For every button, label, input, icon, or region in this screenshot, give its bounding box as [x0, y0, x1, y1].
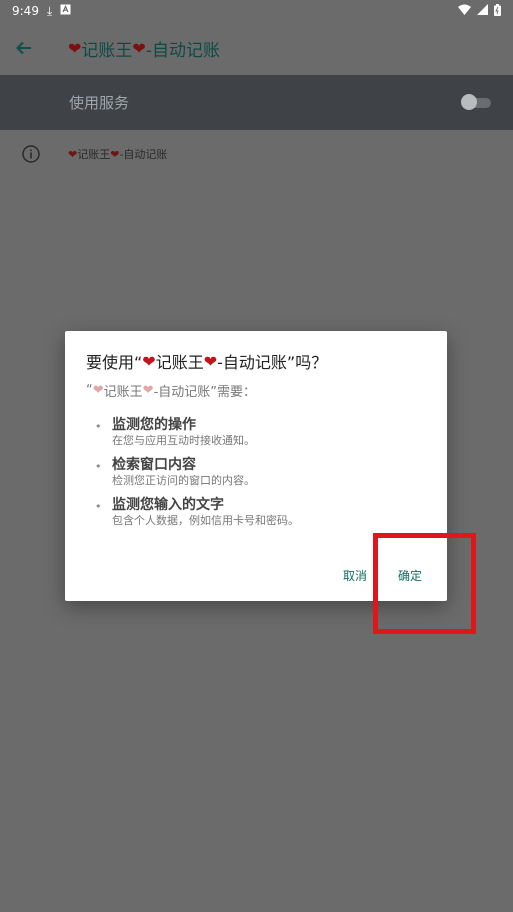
bullet-icon: •	[95, 420, 102, 433]
permission-description: 包含个人数据，例如信用卡号和密码。	[112, 514, 299, 527]
dialog-subtitle: “ ❤ 记账王 ❤ -自动记账 ”需要：	[86, 381, 256, 400]
heart-icon: ❤	[203, 351, 218, 371]
dialog-title-part: -自动记账	[217, 353, 287, 372]
status-bar: 9:49 ⤓	[0, 0, 513, 22]
heart-icon: ❤	[68, 147, 78, 161]
heart-icon: ❤	[142, 351, 156, 371]
signal-icon	[477, 4, 488, 18]
highlight-annotation-box	[373, 533, 476, 634]
toggle-thumb	[461, 93, 477, 110]
page-title: ❤ 记账王 ❤ -自动记账	[68, 36, 220, 61]
service-info-row: ❤ 记账王 ❤ -自动记账	[0, 135, 513, 173]
permission-title: 监测您的操作	[112, 417, 196, 433]
dialog-title-part: ”吗？	[286, 353, 328, 372]
service-description-part: 记账王	[77, 148, 111, 161]
battery-icon	[494, 3, 501, 19]
dialog-subtitle-part: “	[86, 383, 93, 398]
heart-icon: ❤	[110, 147, 120, 161]
page-title-part: 记账王	[81, 40, 133, 61]
use-service-switch-row[interactable]: 使用服务	[0, 75, 513, 130]
permission-title: 监测您输入的文字	[112, 497, 224, 513]
download-icon: ⤓	[46, 3, 53, 18]
cancel-button[interactable]: 取消	[343, 567, 367, 584]
permission-description: 在您与应用互动时接收通知。	[112, 434, 255, 447]
dialog-title-part: 要使用“	[86, 353, 143, 372]
wifi-icon	[458, 4, 471, 18]
app-toolbar: ❤ 记账王 ❤ -自动记账	[0, 22, 513, 74]
bullet-icon: •	[95, 460, 102, 473]
permission-item: • 监测您输入的文字 包含个人数据，例如信用卡号和密码。	[95, 497, 425, 528]
service-description: ❤ 记账王 ❤ -自动记账	[68, 146, 167, 162]
heart-icon: ❤	[92, 383, 104, 398]
heart-icon: ❤	[68, 38, 82, 58]
dialog-subtitle-part: ”需要：	[210, 385, 257, 400]
dialog-subtitle-part: -自动记账	[153, 385, 211, 400]
arrow-back-icon	[16, 41, 31, 55]
status-icons-right	[458, 3, 501, 19]
info-icon	[22, 145, 40, 163]
bullet-icon: •	[95, 500, 102, 513]
permission-title: 检索窗口内容	[112, 457, 196, 473]
a-badge-icon	[60, 4, 71, 18]
status-time: 9:49	[12, 4, 39, 18]
use-service-label: 使用服务	[69, 94, 130, 112]
service-description-part: -自动记账	[119, 148, 168, 161]
permission-description: 检测您正访问的窗口的内容。	[112, 474, 255, 487]
heart-icon: ❤	[142, 383, 154, 398]
dialog-title-part: 记账王	[155, 353, 204, 372]
permission-item: • 监测您的操作 在您与应用互动时接收通知。	[95, 417, 425, 448]
dialog-subtitle-part: 记账王	[103, 385, 143, 400]
page-title-part: -自动记账	[145, 40, 220, 61]
heart-icon: ❤	[132, 38, 146, 58]
permission-item: • 检索窗口内容 检测您正访问的窗口的内容。	[95, 457, 425, 488]
permission-list: • 监测您的操作 在您与应用互动时接收通知。 • 检索窗口内容 检测您正访问的窗…	[95, 417, 425, 537]
use-service-toggle[interactable]	[461, 93, 491, 110]
back-button[interactable]	[0, 24, 48, 72]
dialog-title: 要使用“ ❤ 记账王 ❤ -自动记账 ”吗？	[86, 349, 327, 373]
